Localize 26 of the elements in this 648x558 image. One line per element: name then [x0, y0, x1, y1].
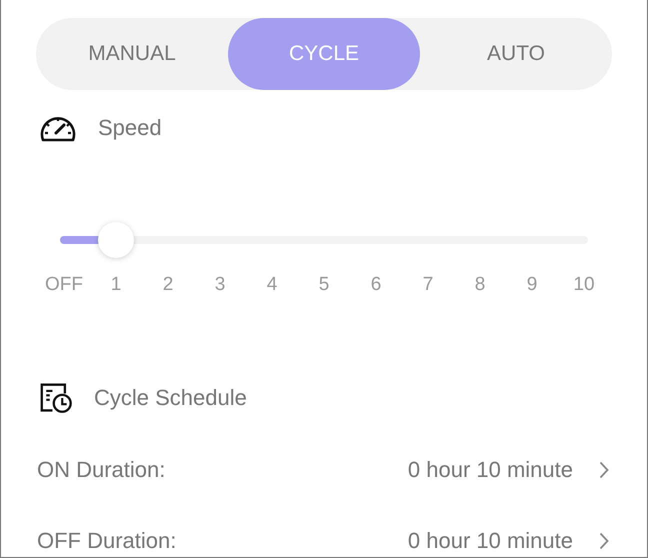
mode-tab[interactable]: AUTO: [420, 18, 612, 90]
row-label: OFF Duration:: [37, 528, 178, 554]
tick-label: 7: [422, 274, 434, 296]
section-title: Speed: [98, 115, 162, 141]
mode-tab[interactable]: CYCLE: [228, 18, 420, 90]
tick-label: 2: [162, 274, 174, 296]
row-label: ON Duration:: [37, 457, 166, 483]
tick-label: 1: [110, 274, 122, 296]
chevron-right-icon: [599, 461, 609, 479]
tick-label: 9: [526, 274, 538, 296]
tick-label: 10: [572, 274, 596, 296]
section-title: Cycle Schedule: [94, 385, 247, 411]
tick-label: OFF: [44, 274, 84, 296]
tick-label: 3: [214, 274, 226, 296]
duration-row[interactable]: OFF Duration: 0 hour 10 minute: [37, 523, 609, 558]
duration-row[interactable]: ON Duration: 0 hour 10 minute: [37, 452, 609, 488]
row-value: 0 hour 10 minute: [408, 457, 573, 483]
row-value: 0 hour 10 minute: [408, 528, 573, 554]
tick-label: 5: [318, 274, 330, 296]
calendar-clock-icon: [38, 382, 74, 414]
tick-label: 4: [266, 274, 278, 296]
slider-thumb[interactable]: [98, 222, 134, 258]
tick-label: 6: [370, 274, 382, 296]
mode-tab[interactable]: MANUAL: [36, 18, 228, 90]
chevron-right-icon: [599, 532, 609, 550]
tick-label: 8: [474, 274, 486, 296]
